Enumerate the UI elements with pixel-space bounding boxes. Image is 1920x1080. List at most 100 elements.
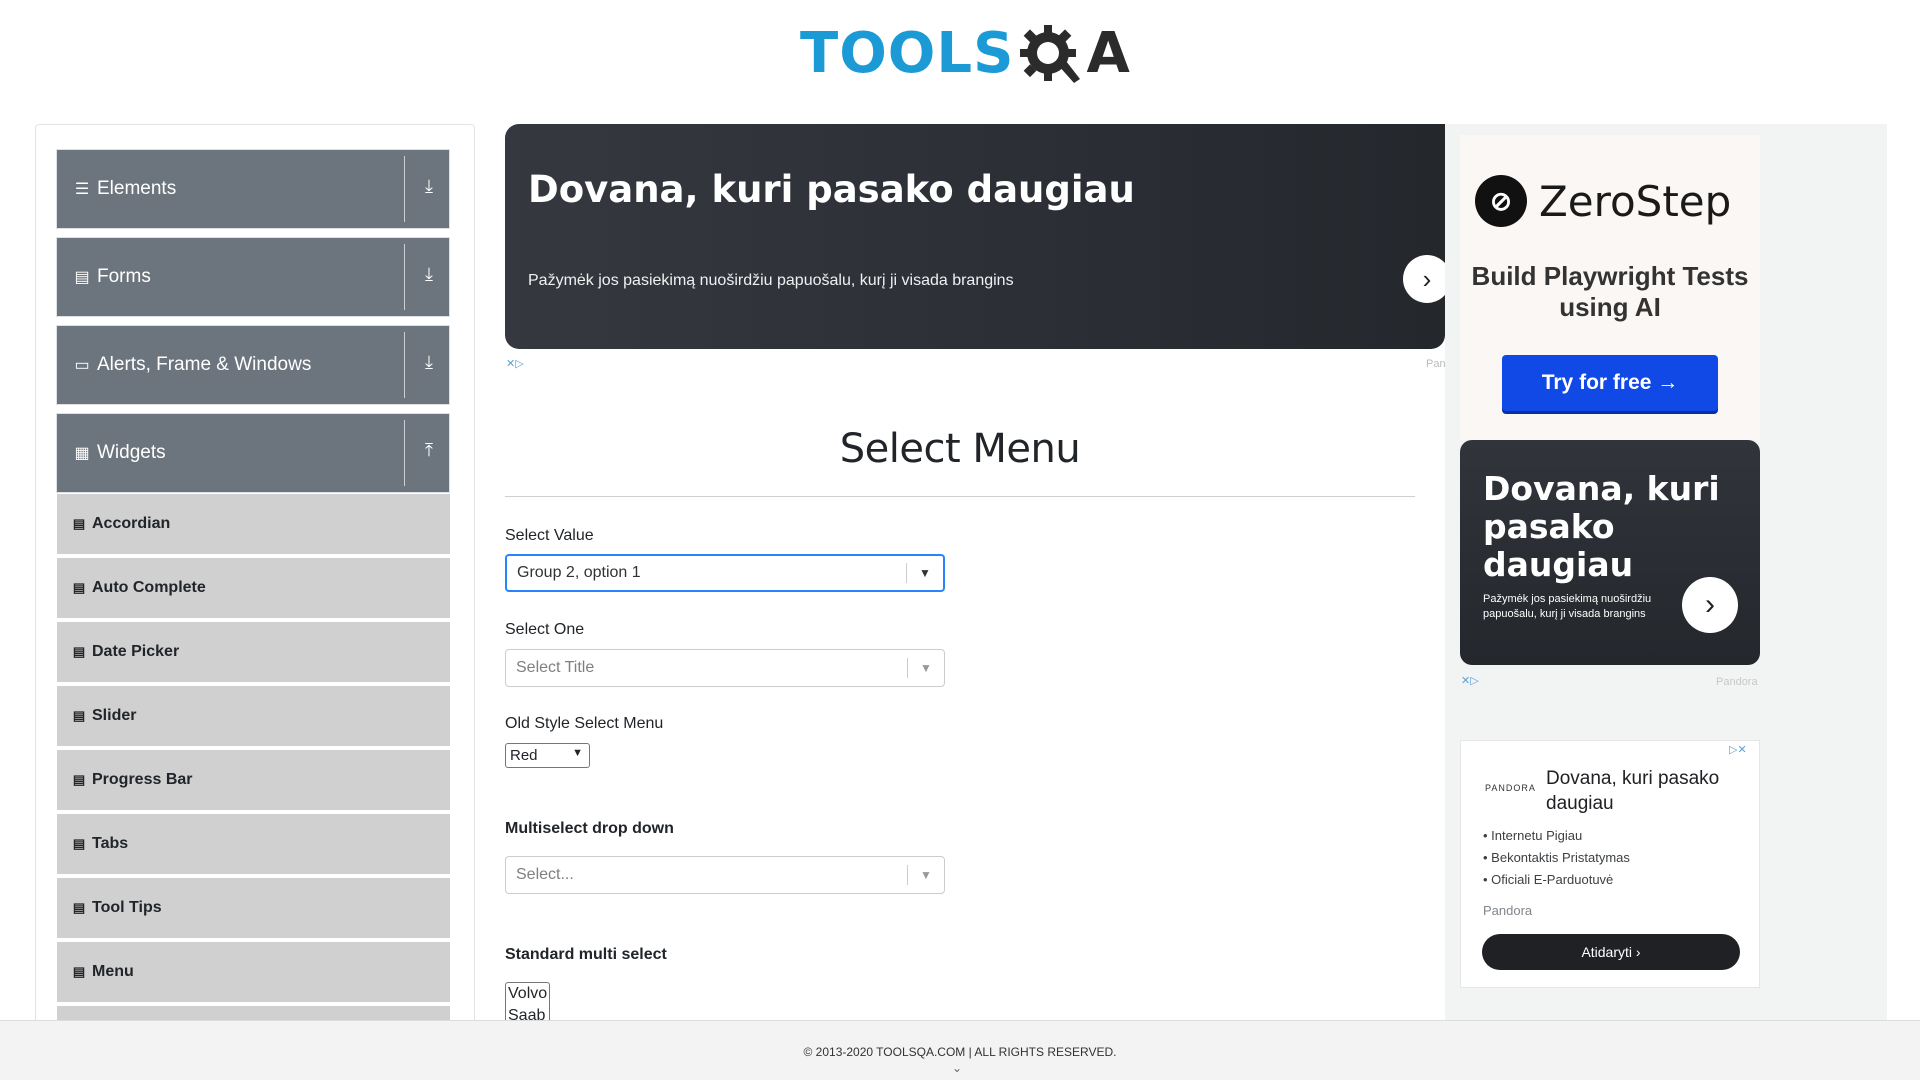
- pandora-ad-subtitle: Pažymėk jos pasiekimą nuoširdžiu papuoša…: [1483, 593, 1652, 620]
- page-title: Select Menu: [839, 426, 1081, 472]
- chevron-down-icon[interactable]: ▼: [907, 566, 943, 580]
- divider: [404, 156, 405, 222]
- menu-lines-icon: ☰: [74, 181, 90, 198]
- document-icon: ▤: [74, 269, 90, 286]
- sidebar-group-elements[interactable]: ☰ Elements ⤓: [56, 149, 450, 229]
- pandora-ad-source: Pandora: [1716, 676, 1758, 688]
- sidebar-group-alerts[interactable]: ▭ Alerts, Frame & Windows ⤓: [56, 325, 450, 405]
- zerostep-tagline: Build Playwright Tests using AI: [1471, 261, 1749, 322]
- standard-multi-label: Standard multi select: [505, 946, 667, 963]
- sidebar-item-label: Auto Complete: [92, 579, 206, 596]
- list-item: Bekontaktis Pristatymas: [1483, 847, 1630, 869]
- group-label: Widgets: [97, 442, 166, 463]
- sidebar-item-label: Tabs: [92, 835, 129, 852]
- banner-ad-source: Pan: [1426, 358, 1446, 370]
- logo-text-tools: TOOLS: [800, 21, 1015, 86]
- adchoices-icon[interactable]: ✕▷: [1461, 674, 1479, 687]
- select-value-label: Select Value: [505, 527, 594, 544]
- sidebar-item-progress-bar[interactable]: ▤ Progress Bar: [57, 750, 450, 812]
- old-select-label: Old Style Select Menu: [505, 715, 664, 732]
- expand-icon[interactable]: ⤓: [419, 264, 439, 290]
- standard-multi-select[interactable]: Volvo Saab: [505, 982, 550, 1022]
- pandora-ad-title: Dovana, kuri pasako daugiau: [1483, 469, 1720, 584]
- group-label: Elements: [97, 178, 177, 199]
- item-icon: ▤: [72, 900, 86, 915]
- chevron-down-icon[interactable]: ▼: [908, 868, 944, 882]
- banner-ad-title: Dovana, kuri pasako daugiau: [528, 168, 1135, 211]
- group-label: Forms: [97, 266, 151, 287]
- sidebar-item-label: Menu: [92, 963, 134, 980]
- zerostep-mark-icon: ⊘: [1475, 175, 1527, 227]
- sidebar-group-widgets[interactable]: ▦ Widgets ⤒: [56, 413, 450, 493]
- select-one-placeholder: Select Title: [516, 659, 595, 676]
- pandora-ad[interactable]: Dovana, kuri pasako daugiau Pažymėk jos …: [1460, 440, 1760, 665]
- adchoices-icon[interactable]: ✕▷: [506, 357, 524, 370]
- group-label: Alerts, Frame & Windows: [97, 354, 312, 375]
- sidebar-item-accordian[interactable]: ▤ Accordian: [57, 494, 450, 556]
- left-sidebar: ☰ Elements ⤓ ▤ Forms ⤓ ▭ Alerts, Frame &…: [35, 124, 475, 1024]
- pandora-text-ad-source: Pandora: [1483, 903, 1533, 918]
- sidebar-item-label: Accordian: [92, 515, 171, 532]
- old-style-select[interactable]: Red ▼: [505, 743, 590, 768]
- item-icon: ▤: [72, 516, 86, 531]
- sidebar-item-date-picker[interactable]: ▤ Date Picker: [57, 622, 450, 684]
- sidebar-item-menu[interactable]: ▤ Menu: [57, 942, 450, 1004]
- open-button[interactable]: Atidaryti ›: [1482, 934, 1740, 970]
- old-select-value: Red: [510, 747, 538, 764]
- pandora-feature-list: Internetu Pigiau Bekontaktis Pristatymas…: [1483, 825, 1630, 891]
- gear-q-icon: [1020, 25, 1081, 83]
- select-value-dropdown[interactable]: Group 2, option 1 ▼: [505, 554, 945, 592]
- select-one-dropdown[interactable]: Select Title ▼: [505, 649, 945, 687]
- toolsqa-logo[interactable]: TOOLS A: [800, 14, 1130, 94]
- sidebar-item-auto-complete[interactable]: ▤ Auto Complete: [57, 558, 450, 620]
- banner-ad-subtitle: Pažymėk jos pasiekimą nuoširdžiu papuoša…: [528, 272, 1014, 289]
- adchoices-icon[interactable]: ▷✕: [1729, 743, 1747, 756]
- zerostep-name: ZeroStep: [1539, 176, 1732, 226]
- collapse-icon[interactable]: ⤒: [419, 440, 439, 466]
- expand-icon[interactable]: ⤓: [419, 176, 439, 202]
- sidebar-item-label: Progress Bar: [92, 771, 193, 788]
- item-icon: ▤: [72, 772, 86, 787]
- zerostep-logo: ⊘ ZeroStep: [1475, 175, 1731, 227]
- site-footer: © 2013-2020 TOOLSQA.COM | ALL RIGHTS RES…: [0, 1020, 1920, 1080]
- try-for-free-button[interactable]: Try for free →: [1502, 355, 1718, 411]
- divider: [404, 244, 405, 310]
- multiselect-label: Multiselect drop down: [505, 820, 674, 837]
- banner-ad[interactable]: Dovana, kuri pasako daugiau Pažymėk jos …: [505, 124, 1451, 349]
- multiselect-placeholder: Select...: [516, 866, 574, 883]
- sidebar-item-slider[interactable]: ▤ Slider: [57, 686, 450, 748]
- chevron-down-icon: ▼: [572, 747, 583, 759]
- item-icon: ▤: [72, 580, 86, 595]
- select-value-current: Group 2, option 1: [517, 564, 641, 581]
- zerostep-ad[interactable]: ⊘ ZeroStep Build Playwright Tests using …: [1460, 135, 1760, 440]
- option-volvo[interactable]: Volvo: [508, 983, 549, 1005]
- item-icon: ▤: [72, 964, 86, 979]
- sidebar-item-tabs[interactable]: ▤ Tabs: [57, 814, 450, 876]
- list-item: Oficiali E-Parduotuvė: [1483, 869, 1630, 891]
- sidebar-item-label: Date Picker: [92, 643, 180, 660]
- logo-text-qa: A: [1086, 21, 1130, 86]
- window-icon: ▭: [74, 357, 90, 374]
- pandora-text-ad-title[interactable]: Dovana, kuri pasako daugiau: [1546, 766, 1759, 816]
- divider: [404, 332, 405, 398]
- list-item: Internetu Pigiau: [1483, 825, 1630, 847]
- divider: [404, 420, 405, 486]
- pandora-brand-logo: PANDORA: [1485, 783, 1536, 793]
- chevron-right-icon[interactable]: ›: [1403, 255, 1451, 303]
- title-divider: [505, 496, 1415, 497]
- item-icon: ▤: [72, 708, 86, 723]
- sidebar-group-forms[interactable]: ▤ Forms ⤓: [56, 237, 450, 317]
- item-icon: ▤: [72, 644, 86, 659]
- copyright-text: © 2013-2020 TOOLSQA.COM | ALL RIGHTS RES…: [803, 1045, 1117, 1059]
- chevron-down-icon[interactable]: ⌄: [952, 1061, 962, 1075]
- expand-icon[interactable]: ⤓: [419, 352, 439, 378]
- grid-icon: ▦: [74, 445, 90, 462]
- select-one-label: Select One: [505, 621, 585, 638]
- pandora-text-ad[interactable]: ▷✕ PANDORA Dovana, kuri pasako daugiau I…: [1460, 740, 1760, 988]
- chevron-right-icon[interactable]: ›: [1682, 577, 1738, 633]
- item-icon: ▤: [72, 836, 86, 851]
- sidebar-item-label: Tool Tips: [92, 899, 162, 916]
- sidebar-item-tool-tips[interactable]: ▤ Tool Tips: [57, 878, 450, 940]
- chevron-down-icon[interactable]: ▼: [908, 661, 944, 675]
- multiselect-dropdown[interactable]: Select... ▼: [505, 856, 945, 894]
